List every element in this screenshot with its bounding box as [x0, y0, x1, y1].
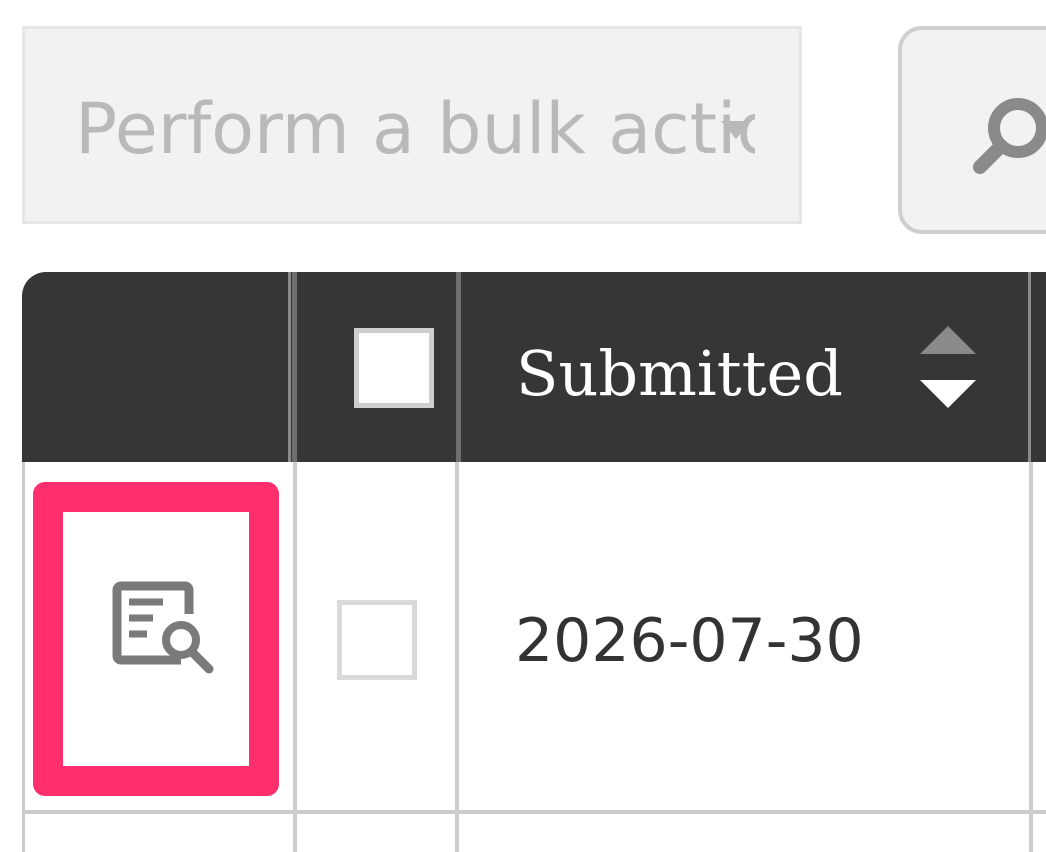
chevron-down-icon [721, 121, 751, 139]
header-cell-view [22, 272, 288, 462]
sort-ascending-icon[interactable] [920, 326, 976, 354]
table-row [22, 814, 1046, 852]
column-divider [1029, 814, 1033, 852]
column-header-submitted[interactable]: Submitted [516, 334, 843, 414]
search-icon [973, 98, 1046, 174]
search-button[interactable] [898, 26, 1046, 234]
column-divider [288, 272, 291, 462]
submissions-table: Submitted 2026-07-30 [22, 272, 1046, 852]
submitted-date: 2026-07-30 [515, 606, 864, 676]
page: Perform a bulk actio Submitted 2026-07-3… [0, 0, 1046, 852]
bulk-action-select[interactable]: Perform a bulk actio [22, 26, 802, 224]
sort-descending-icon[interactable] [920, 380, 976, 408]
table-row: 2026-07-30 [22, 462, 1046, 814]
column-divider [292, 272, 297, 462]
column-divider [293, 462, 297, 810]
table-header: Submitted [22, 272, 1046, 462]
column-divider [1029, 462, 1033, 810]
column-divider [293, 814, 297, 852]
row-select-checkbox[interactable] [337, 600, 417, 680]
column-divider [1028, 272, 1031, 462]
select-all-checkbox[interactable] [354, 328, 434, 408]
document-search-icon [112, 581, 214, 674]
view-submission-button[interactable] [33, 482, 279, 796]
column-divider [456, 272, 461, 462]
column-divider [455, 814, 459, 852]
bulk-action-placeholder: Perform a bulk actio [75, 88, 755, 170]
column-divider [455, 462, 459, 810]
